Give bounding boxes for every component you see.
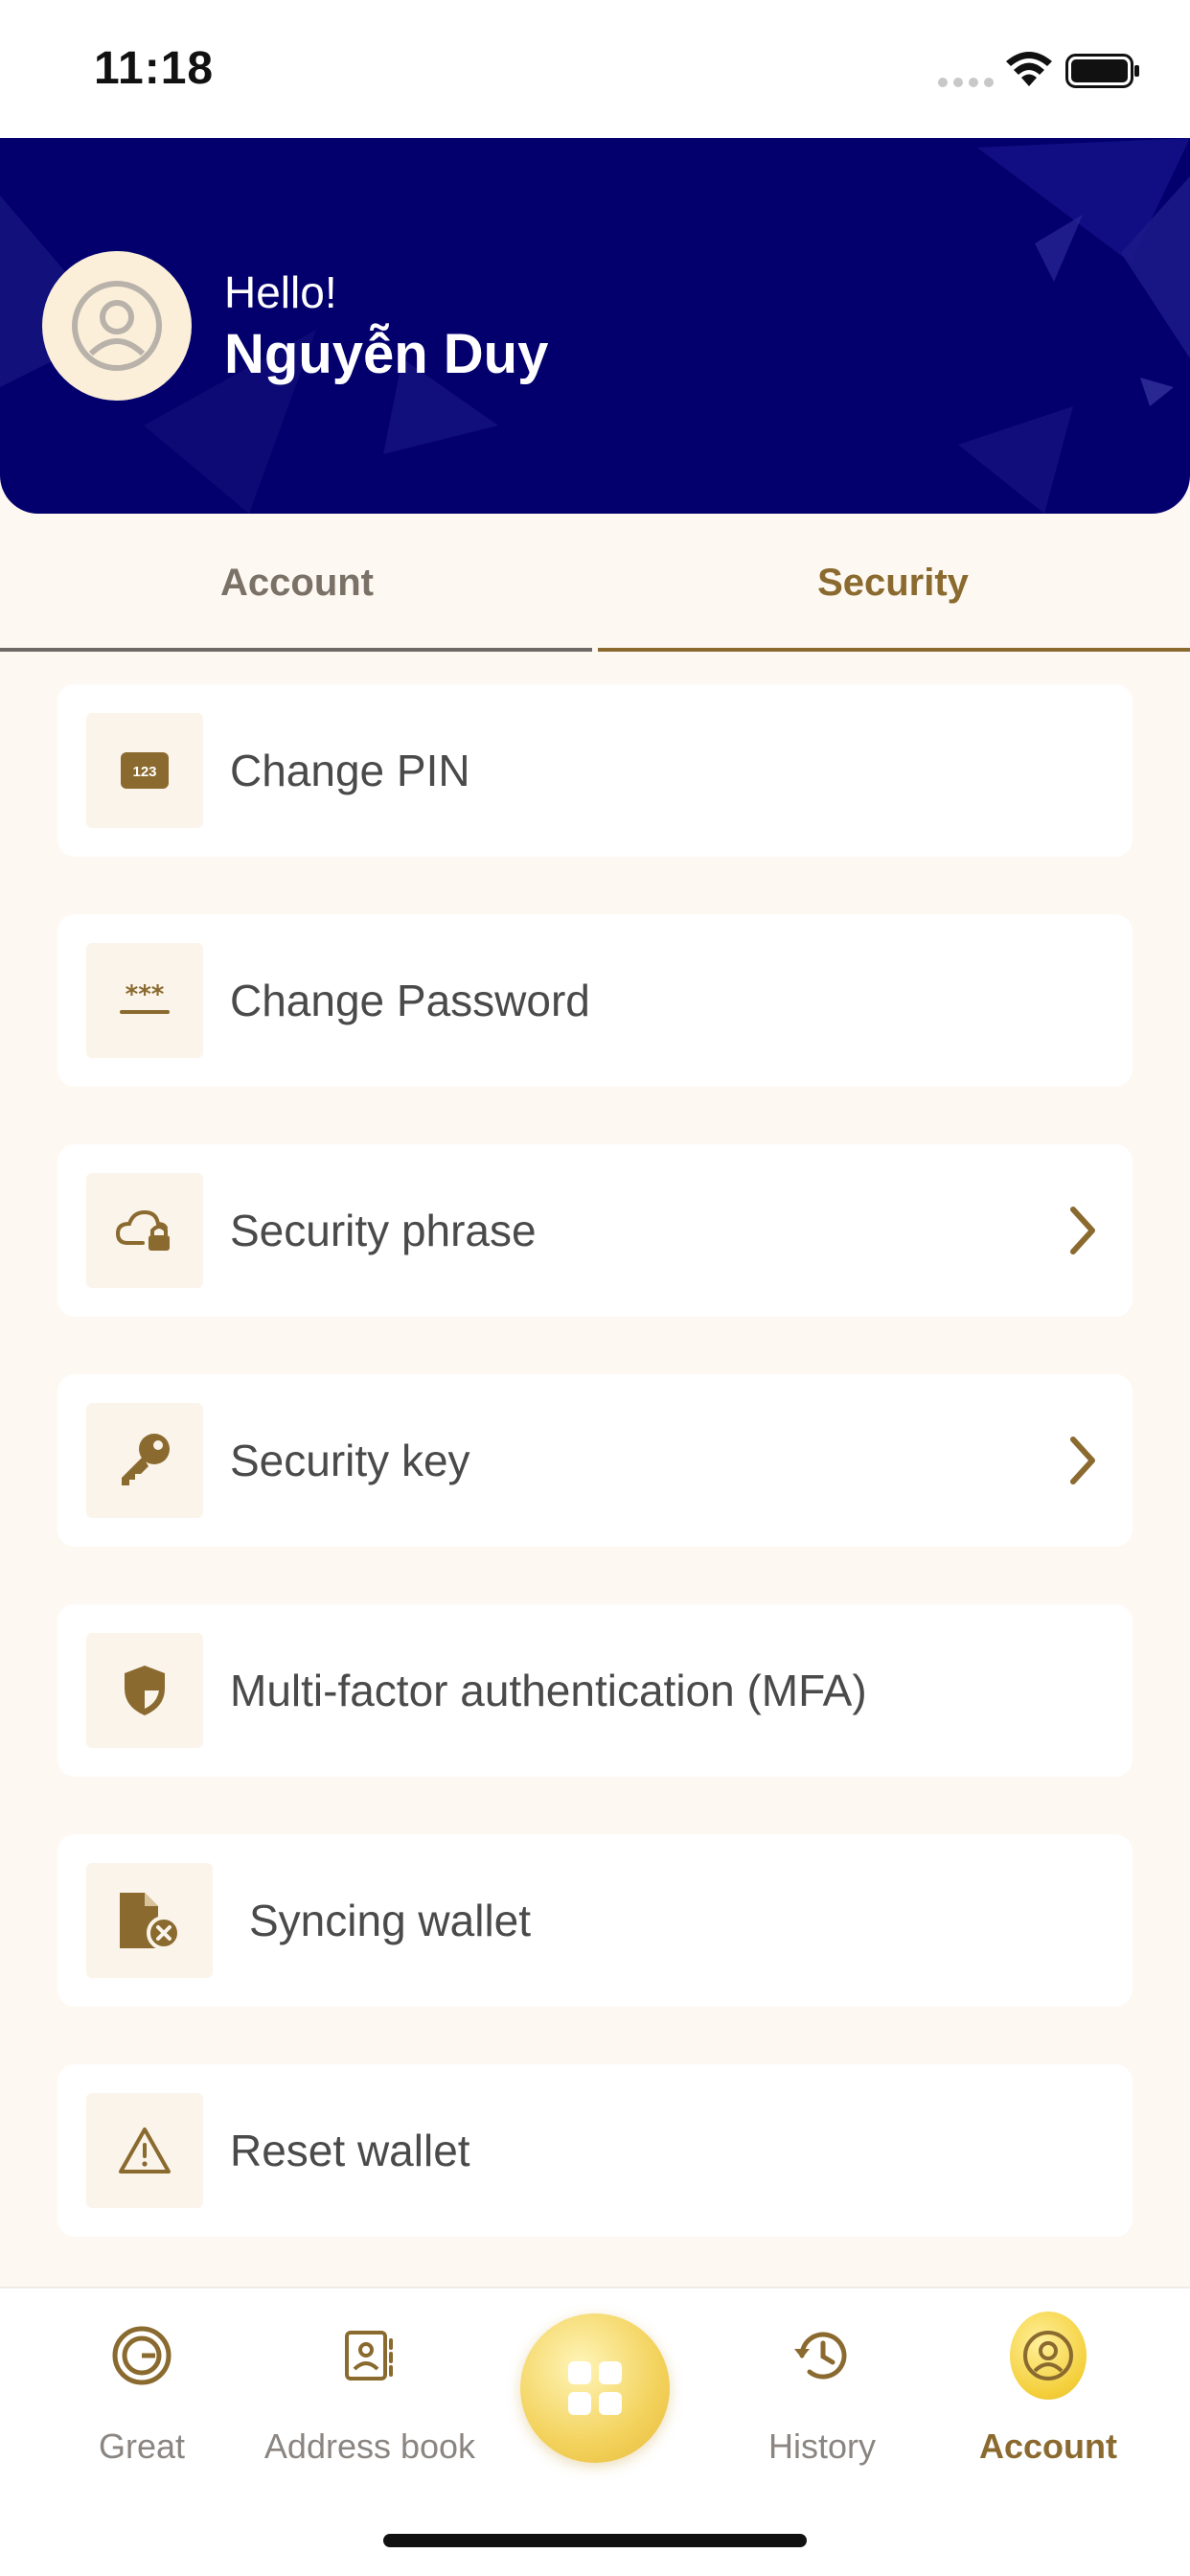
menu-item-syncing-wallet[interactable]: Syncing wallet	[57, 1834, 1133, 2007]
pin-123-icon: 123	[121, 752, 169, 789]
chevron-right-icon	[1070, 1207, 1095, 1254]
signal-dots-icon	[938, 78, 994, 87]
home-indicator	[383, 2534, 807, 2547]
password-asterisks-icon: ***	[120, 981, 170, 1014]
battery-icon	[1065, 54, 1139, 88]
bottom-navigation: Great Address book History Account	[0, 2287, 1190, 2576]
cloud-lock-icon	[115, 1209, 170, 1251]
menu-item-change-password[interactable]: *** Change Password	[57, 914, 1133, 1087]
nav-label-great: Great	[98, 2426, 186, 2466]
menu-item-security-phrase[interactable]: Security phrase	[57, 1144, 1133, 1317]
svg-text:123: 123	[132, 764, 156, 780]
menu-label-change-pin: Change PIN	[230, 746, 470, 795]
file-remove-icon	[120, 1893, 181, 1950]
menu-item-reset-wallet[interactable]: Reset wallet	[57, 2064, 1133, 2237]
account-icon	[1023, 2331, 1073, 2380]
greeting-text: Hello!	[224, 267, 337, 317]
profile-tabs: Account Security	[0, 514, 1190, 652]
nav-icon-wrap	[784, 2317, 860, 2394]
wifi-icon	[1006, 52, 1052, 86]
change-pin-icon-box: 123	[86, 713, 203, 828]
nav-label-history: History	[767, 2426, 876, 2466]
security-key-icon-box	[86, 1403, 203, 1518]
user-avatar-icon	[72, 281, 162, 371]
menu-label-change-password: Change Password	[230, 976, 590, 1025]
great-logo-icon	[112, 2326, 172, 2385]
avatar[interactable]	[42, 251, 192, 401]
status-time: 11:18	[94, 43, 215, 94]
change-password-icon-box: ***	[86, 943, 203, 1058]
nav-icon-wrap	[103, 2317, 180, 2394]
nav-item-history[interactable]: History	[707, 2317, 937, 2466]
menu-label-security-key: Security key	[230, 1436, 470, 1485]
tab-security-underline	[598, 648, 1190, 652]
apps-grid-icon	[568, 2361, 622, 2415]
menu-item-change-pin[interactable]: 123 Change PIN	[57, 684, 1133, 857]
tab-account-underline	[0, 648, 592, 652]
warning-triangle-icon	[119, 2128, 171, 2174]
reset-wallet-icon-box	[86, 2093, 203, 2208]
nav-item-address-book[interactable]: Address book	[255, 2317, 485, 2466]
status-bar: 11:18	[0, 0, 1190, 138]
user-name: Nguyễn Duy	[224, 323, 549, 385]
menu-label-syncing-wallet: Syncing wallet	[249, 1896, 532, 1945]
menu-label-security-phrase: Security phrase	[230, 1206, 537, 1255]
nav-label-account: Account	[979, 2426, 1117, 2466]
address-book-icon	[345, 2331, 393, 2380]
account-active-indicator	[1010, 2312, 1087, 2400]
mfa-icon-box	[86, 1633, 203, 1748]
nav-item-great[interactable]: Great	[27, 2317, 257, 2466]
chevron-right-icon	[1070, 1437, 1095, 1484]
security-phrase-icon-box	[86, 1173, 203, 1288]
tab-security[interactable]: Security	[596, 514, 1190, 652]
menu-item-security-key[interactable]: Security key	[57, 1374, 1133, 1547]
menu-label-mfa: Multi-factor authentication (MFA)	[230, 1666, 867, 1715]
nav-icon-wrap	[1010, 2312, 1087, 2400]
key-icon	[122, 1434, 170, 1485]
syncing-wallet-icon-box	[86, 1863, 213, 1978]
menu-item-mfa[interactable]: Multi-factor authentication (MFA)	[57, 1604, 1133, 1777]
svg-text:***: ***	[126, 981, 165, 1009]
nav-item-account[interactable]: Account	[933, 2312, 1163, 2466]
nav-label-address-book: Address book	[263, 2426, 476, 2466]
menu-label-reset-wallet: Reset wallet	[230, 2126, 470, 2175]
tab-account[interactable]: Account	[0, 514, 594, 652]
shield-icon	[125, 1666, 165, 1715]
apps-grid-button[interactable]	[520, 2313, 670, 2463]
nav-icon-wrap	[332, 2317, 408, 2394]
profile-header: Hello! Nguyễn Duy	[0, 138, 1190, 514]
history-icon	[794, 2332, 847, 2380]
